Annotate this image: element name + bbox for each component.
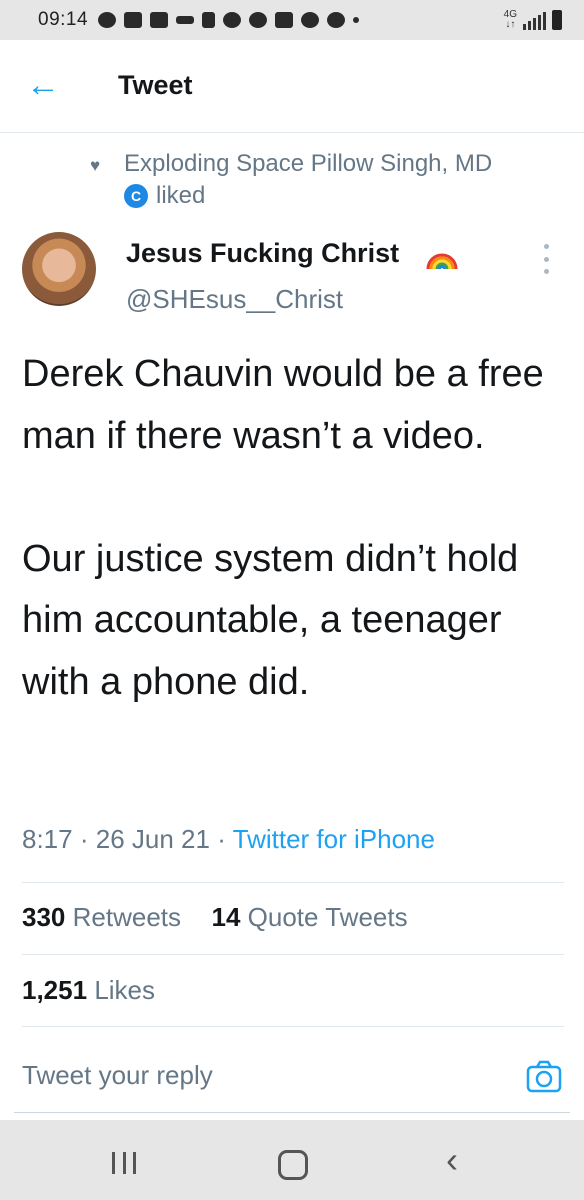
status-bar: 09:14 4G ↓↑ (0, 0, 584, 40)
video-icon (124, 12, 143, 28)
quote-tweets-count: 14 (211, 902, 241, 932)
rainbow-icon (426, 253, 458, 270)
tweet-meta: 8:17 · 26 Jun 21 · Twitter for iPhone (22, 824, 435, 855)
system-nav-bar: ‹ (0, 1120, 584, 1200)
notification-icons (98, 12, 360, 28)
tweet-paragraph: Our justice system didn’t hold him accou… (22, 537, 519, 703)
reply-underline (14, 1112, 570, 1113)
quote-tweets-label: Quote Tweets (247, 902, 408, 932)
engagement-stats: 330 Retweets 14 Quote Tweets (22, 902, 408, 933)
liker-name[interactable]: Exploding Space Pillow Singh, MD (124, 150, 492, 178)
settings-icon (249, 12, 268, 28)
divider (22, 1026, 564, 1027)
gmail-icon (275, 12, 294, 28)
voicemail-icon (176, 16, 195, 24)
divider (22, 882, 564, 883)
likes-stat[interactable]: 1,251 Likes (22, 975, 155, 1006)
back-arrow-icon[interactable]: ← (26, 68, 62, 102)
tweet-date: 26 Jun 21 (95, 824, 210, 854)
liked-row: C liked (124, 182, 205, 210)
tweet-time: 8:17 (22, 824, 73, 854)
divider (22, 954, 564, 955)
recent-apps-icon[interactable] (112, 1152, 136, 1176)
tweet-source-link[interactable]: Twitter for iPhone (233, 824, 435, 854)
tweet-text: Derek Chauvin would be a free man if the… (22, 344, 567, 713)
document-icon (202, 12, 216, 28)
page-title: Tweet (118, 70, 193, 100)
likes-label: Likes (94, 975, 156, 1005)
chrome-icon (327, 12, 346, 28)
more-notifications-icon (353, 17, 360, 23)
likes-count: 1,251 (22, 975, 88, 1005)
heart-icon: ♥ (90, 156, 101, 175)
reply-input[interactable]: Tweet your reply (22, 1060, 213, 1091)
app-bar: ← Tweet (0, 40, 584, 133)
retweets-count: 330 (22, 902, 66, 932)
retweets-stat[interactable]: 330 Retweets (22, 902, 188, 932)
status-right: 4G ↓↑ (504, 10, 562, 30)
avatar[interactable] (22, 232, 96, 306)
author-handle[interactable]: @SHEsus__Christ (126, 284, 343, 315)
liked-label: liked (156, 182, 206, 209)
more-options-icon[interactable] (540, 244, 552, 274)
photo-icon (150, 12, 169, 28)
nav-back-icon[interactable]: ‹ (446, 1142, 458, 1178)
quote-tweets-stat[interactable]: 14 Quote Tweets (211, 902, 407, 932)
status-time: 09:14 (38, 9, 89, 30)
retweets-label: Retweets (72, 902, 182, 932)
camera-icon[interactable] (526, 1060, 562, 1094)
home-icon[interactable] (278, 1150, 308, 1180)
author-name[interactable]: Jesus Fucking Christ (126, 238, 399, 269)
meta-separator: · (79, 824, 89, 854)
reply-bar: Tweet your reply (0, 1040, 584, 1113)
signal-icon (523, 12, 546, 30)
facebook-icon (98, 12, 117, 28)
wave-icon: C (124, 184, 148, 208)
battery-icon (552, 10, 562, 30)
facebook-icon (223, 12, 242, 28)
settings-icon (301, 12, 320, 28)
network-icon: 4G ↓↑ (503, 9, 517, 30)
meta-separator: · (217, 824, 226, 854)
tweet-paragraph: Derek Chauvin would be a free man if the… (22, 353, 544, 457)
